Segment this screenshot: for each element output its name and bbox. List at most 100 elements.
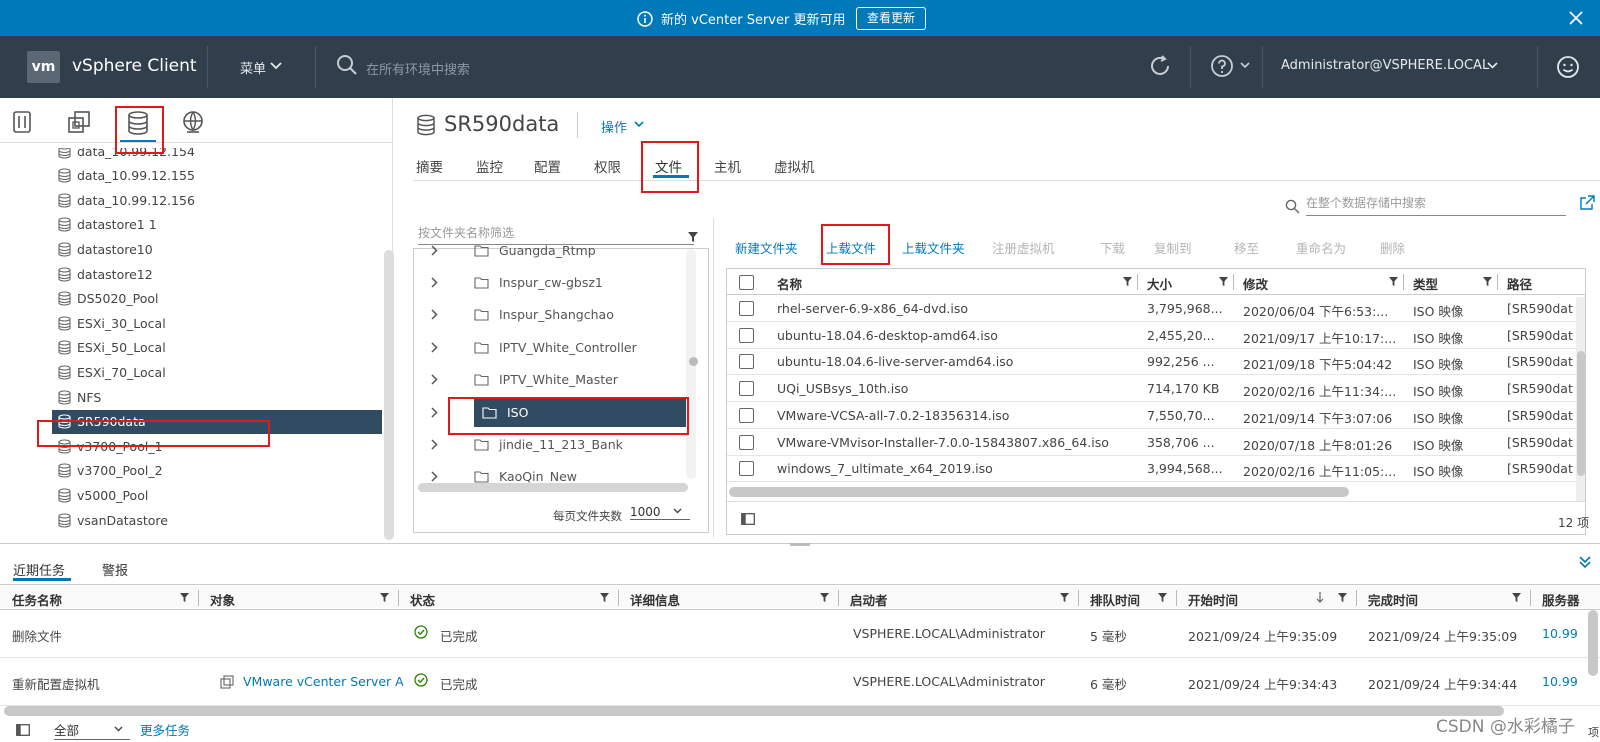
global-search-input[interactable]: 在所有环境中搜索 [366,59,470,78]
file-action-3[interactable]: 注册虚拟机 [992,238,1055,257]
vms-templates-icon[interactable] [67,110,91,134]
view-updates-button[interactable]: 查看更新 [856,7,927,30]
row-checkbox[interactable] [739,301,754,316]
file-row[interactable]: ubuntu-18.04.6-desktop-amd64.iso 2,455,20… [727,322,1585,349]
tab-1[interactable]: 监控 [476,156,503,176]
column-header[interactable]: 修改 [1243,274,1268,293]
file-row[interactable]: windows_7_ultimate_x64_2019.iso 3,994,568… [727,455,1585,483]
column-filter-icon[interactable] [380,593,389,602]
help-chevron-icon[interactable] [1240,62,1250,69]
chevron-down-icon[interactable] [270,62,282,70]
close-icon[interactable] [1568,10,1584,26]
column-toggle-icon[interactable] [16,724,30,736]
column-header[interactable]: 名称 [777,274,802,293]
tree-item-datastore[interactable]: ESXi_50_Local [58,336,166,360]
chevron-right-icon[interactable] [430,406,438,418]
chevron-right-icon[interactable] [430,374,438,385]
tree-item-datastore[interactable]: v5000_Pool [58,483,148,507]
search-icon[interactable] [336,54,358,76]
file-row[interactable]: UQi_USBsys_10th.iso 714,170 KB 2020/02/16 … [727,375,1585,403]
tree-item-datastore[interactable]: ESXi_30_Local [58,311,166,335]
task-row[interactable]: 删除文件 已完成 VSPHERE.LOCAL\Administrator 5 毫秒 20… [0,610,1600,658]
file-action-6[interactable]: 移至 [1234,238,1259,257]
folder-hscrollbar[interactable] [418,483,688,492]
column-filter-icon[interactable] [600,593,609,602]
chevron-right-icon[interactable] [430,309,438,320]
user-menu[interactable]: Administrator@VSPHERE.LOCAL [1281,58,1489,73]
tree-item-datastore[interactable]: ESXi_70_Local [58,360,166,384]
networking-icon[interactable] [181,110,205,134]
file-action-8[interactable]: 删除 [1380,238,1405,257]
chevron-down-icon[interactable] [673,508,682,514]
task-column-header[interactable]: 开始时间 [1188,590,1238,609]
tab-0[interactable]: 摘要 [416,156,443,176]
file-action-7[interactable]: 重命名为 [1296,238,1346,257]
file-grid-hscroll[interactable] [729,487,1349,497]
task-column-header[interactable]: 启动者 [850,590,888,609]
chevron-right-icon[interactable] [430,439,438,450]
collapse-panel-icon[interactable] [1578,555,1592,569]
file-row[interactable]: ubuntu-18.04.6-live-server-amd64.iso 992,… [727,348,1585,376]
column-filter-icon[interactable] [1123,277,1132,286]
row-checkbox[interactable] [739,461,754,477]
row-checkbox[interactable] [739,327,754,343]
column-filter-icon[interactable] [820,593,829,602]
file-row[interactable]: rhel-server-6.9-x86_64-dvd.iso 3,795,968.… [727,295,1585,322]
folder-row[interactable]: IPTV_White_Controller [414,332,696,362]
task-column-header[interactable]: 任务名称 [12,590,62,609]
select-all-checkbox[interactable] [739,275,754,290]
column-toggle-icon[interactable] [741,513,755,525]
datastore-search-input[interactable]: 在整个数据存储中搜索 [1306,194,1566,216]
task-row[interactable]: 重新配置虚拟机 VMware vCenter Server A 已完成 VSPHERE… [0,658,1600,706]
folder-row[interactable]: Inspur_cw-gbsz1 [414,267,696,297]
folder-row[interactable]: IPTV_White_Master [414,365,696,395]
task-column-header[interactable]: 完成时间 [1368,590,1418,609]
file-grid-vscroll[interactable] [1577,351,1585,476]
column-filter-icon[interactable] [1060,593,1069,602]
row-checkbox[interactable] [739,354,754,370]
tree-item-datastore[interactable]: data_10.99.12.156 [58,188,195,212]
tree-item-datastore[interactable]: datastore12 [58,262,153,286]
panel-resize-handle[interactable] [790,543,810,546]
chevron-right-icon[interactable] [430,277,438,288]
tab-6[interactable]: 虚拟机 [774,156,815,176]
tasks-vscroll[interactable] [1588,610,1598,676]
file-row[interactable]: VMware-VCSA-all-7.0.2-18356314.iso 7,550,… [727,402,1585,429]
file-action-5[interactable]: 复制到 [1154,238,1192,257]
tree-item-datastore[interactable]: NFS [58,385,101,409]
folder-row[interactable]: Inspur_Shangchao [414,300,696,330]
tab-2[interactable]: 配置 [534,156,561,176]
chevron-right-icon[interactable] [430,342,438,353]
column-header[interactable]: 大小 [1147,274,1172,293]
actions-menu-button[interactable]: 操作 [601,117,627,136]
column-header[interactable]: 路径 [1507,274,1532,293]
column-filter-icon[interactable] [1483,277,1492,286]
chevron-down-icon[interactable] [114,726,123,732]
tree-item-datastore[interactable]: v3700_Pool_2 [58,459,163,483]
feedback-smiley-icon[interactable] [1556,55,1580,79]
column-filter-icon[interactable] [1219,277,1228,286]
row-checkbox[interactable] [739,434,754,450]
user-chevron-icon[interactable] [1487,62,1498,69]
refresh-icon[interactable] [1148,54,1172,78]
more-tasks-link[interactable]: 更多任务 [140,720,190,739]
tab-recent-tasks[interactable]: 近期任务 [13,560,65,579]
menu-button[interactable]: 菜单 [240,58,266,77]
tree-scrollbar[interactable] [384,250,394,540]
chevron-down-icon[interactable] [634,121,644,128]
column-filter-icon[interactable] [1158,593,1167,602]
tab-alarms[interactable]: 警报 [102,560,128,579]
file-action-4[interactable]: 下载 [1100,238,1125,257]
tree-item-datastore[interactable]: datastore10 [58,237,153,261]
row-checkbox[interactable] [739,407,754,423]
tree-item-datastore[interactable]: vsanDatastore [58,508,168,532]
folder-row[interactable]: Guangda_Rtmp [414,235,696,265]
task-column-header[interactable]: 对象 [210,590,235,609]
column-header[interactable]: 类型 [1413,274,1438,293]
file-action-0[interactable]: 新建文件夹 [735,238,798,257]
file-action-2[interactable]: 上载文件夹 [902,238,965,257]
column-filter-icon[interactable] [1338,593,1347,602]
file-row[interactable]: VMware-VMvisor-Installer-7.0.0-15843807.… [727,429,1585,456]
column-filter-icon[interactable] [180,593,189,602]
task-cell[interactable]: 10.99 [1542,674,1578,689]
